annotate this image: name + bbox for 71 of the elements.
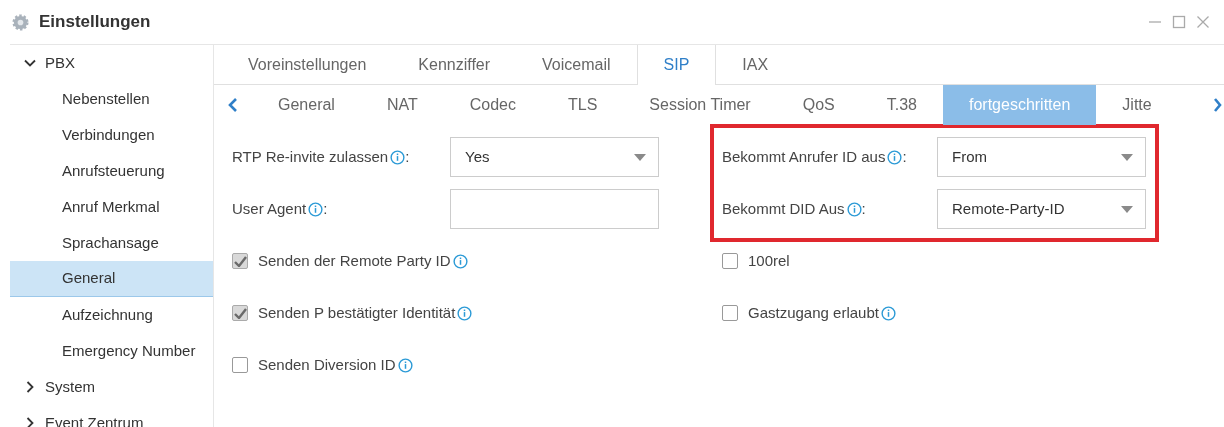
checkbox[interactable] [232, 305, 248, 321]
chevron-left-icon[interactable] [228, 98, 238, 112]
window-title: Einstellungen [39, 11, 151, 34]
tab[interactable]: SIP [636, 45, 717, 85]
sidebar-group[interactable]: System [45, 375, 95, 399]
caret-icon [1121, 153, 1133, 161]
dropdown-field[interactable]: Yes [450, 137, 659, 177]
checkbox-label: Senden P bestätigter Identität [258, 302, 456, 323]
checkbox-label: Senden Diversion ID [258, 354, 396, 375]
checkbox[interactable] [722, 305, 738, 321]
checkbox[interactable] [232, 357, 248, 373]
check-icon [233, 255, 247, 267]
sidebar-item[interactable]: Sprachansage [10, 225, 213, 261]
label-colon: : [323, 198, 328, 219]
chevron-icon[interactable] [24, 381, 36, 393]
tab[interactable]: Kennziffer [392, 45, 517, 84]
sidebar-group[interactable]: PBX [45, 51, 75, 75]
info-icon[interactable] [887, 149, 903, 165]
subtab[interactable]: TLS [542, 85, 624, 125]
subtab[interactable]: QoS [776, 85, 861, 125]
field-label: Bekommt Anrufer ID aus [722, 146, 886, 167]
chevron-icon[interactable] [24, 417, 36, 427]
dropdown-field[interactable]: From [937, 137, 1146, 177]
gear-icon [12, 13, 29, 31]
dropdown-value: From [952, 146, 987, 167]
tab[interactable]: Voreinstellungen [222, 45, 393, 84]
label-colon: : [861, 198, 866, 219]
sidebar-group[interactable]: Event Zentrum [45, 411, 144, 427]
tab[interactable]: IAX [716, 45, 795, 84]
sidebar-item[interactable]: Nebenstellen [10, 81, 213, 117]
check-icon [233, 307, 247, 319]
input-field[interactable] [450, 189, 659, 229]
subtab[interactable]: Jitte [1096, 85, 1178, 125]
sidebar-item[interactable]: Anrufsteuerung [10, 153, 213, 189]
label-colon: : [902, 146, 907, 167]
checkbox[interactable] [722, 253, 738, 269]
sidebar-item[interactable]: Anruf Merkmal [10, 189, 213, 225]
caret-icon [1121, 205, 1133, 213]
info-icon[interactable] [397, 357, 413, 373]
field-label: Bekommt DID Aus [722, 198, 845, 219]
sidebar-item[interactable]: Verbindungen [10, 117, 213, 153]
subtab[interactable]: Session Timer [623, 85, 777, 125]
subtab[interactable]: NAT [360, 85, 444, 125]
chevron-icon[interactable] [24, 57, 36, 69]
subtab[interactable]: T.38 [860, 85, 943, 125]
sidebar-item[interactable]: General [10, 261, 213, 297]
tab[interactable]: Voicemail [516, 45, 637, 84]
field-label: User Agent [232, 198, 307, 219]
checkbox-label: Gastzugang erlaubt [748, 302, 879, 323]
dropdown-value: Remote-Party-ID [952, 198, 1065, 219]
field-label: RTP Re-invite zulassen [232, 146, 389, 167]
subtab[interactable]: General [252, 85, 361, 125]
dropdown-value: Yes [465, 146, 490, 167]
dropdown-field[interactable]: Remote-Party-ID [937, 189, 1146, 229]
subtab[interactable]: Codec [443, 85, 542, 125]
sidebar-item[interactable]: Aufzeichnung [10, 297, 213, 333]
chevron-right-icon[interactable] [1212, 98, 1222, 112]
caret-icon [634, 153, 646, 161]
label-colon: : [405, 146, 410, 167]
info-icon[interactable] [880, 305, 896, 321]
info-icon[interactable] [846, 201, 862, 217]
checkbox-label: Senden der Remote Party ID [258, 250, 451, 271]
sidebar-item[interactable]: Emergency Number [10, 333, 213, 369]
checkbox-label: 100rel [748, 250, 790, 271]
maximize-icon[interactable] [1172, 15, 1186, 29]
close-icon[interactable] [1196, 15, 1210, 29]
info-icon[interactable] [452, 253, 468, 269]
checkbox[interactable] [232, 253, 248, 269]
info-icon[interactable] [308, 201, 324, 217]
info-icon[interactable] [390, 149, 406, 165]
info-icon[interactable] [457, 305, 473, 321]
